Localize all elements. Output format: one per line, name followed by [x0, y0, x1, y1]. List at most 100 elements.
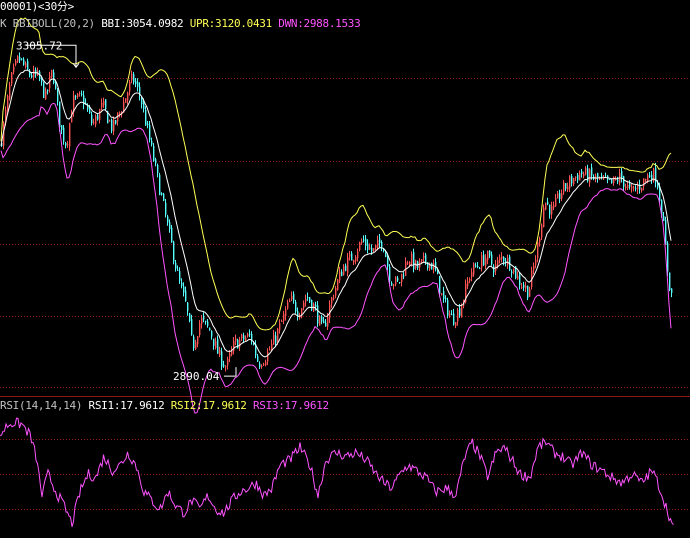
candle	[523, 281, 525, 292]
candle	[95, 114, 97, 128]
rsi-line	[0, 417, 674, 527]
candle	[51, 69, 53, 79]
candle	[411, 251, 413, 267]
candle-body	[581, 171, 583, 175]
candle	[163, 192, 165, 202]
candle-body	[11, 72, 13, 84]
candle-body	[137, 82, 139, 87]
candle-body	[135, 81, 137, 85]
candle	[219, 346, 221, 358]
candle	[551, 201, 553, 219]
candle-body	[439, 276, 441, 294]
candle-body	[427, 262, 429, 269]
candle-body	[245, 337, 247, 341]
candle	[379, 234, 381, 248]
candle-body	[155, 159, 157, 164]
candle	[325, 319, 327, 327]
candle	[285, 306, 287, 321]
candle-body	[237, 339, 239, 349]
candle	[335, 285, 337, 299]
candle-body	[247, 334, 249, 337]
candle	[203, 312, 205, 323]
candle-body	[191, 319, 193, 335]
candlestick-series[interactable]	[1, 52, 673, 372]
candle	[477, 261, 479, 269]
candle	[207, 318, 209, 328]
candle-body	[295, 301, 297, 312]
candle-body	[627, 184, 629, 189]
candle	[127, 91, 129, 105]
rsi-indicator-name[interactable]: RSI(14,14,14)	[0, 399, 83, 412]
candle-body	[393, 284, 395, 286]
candle-body	[375, 244, 377, 248]
candle-body	[91, 114, 93, 124]
candle	[333, 294, 335, 301]
candle	[359, 241, 361, 252]
candle	[485, 254, 487, 270]
candle	[517, 271, 519, 280]
candle	[631, 184, 633, 193]
candle	[413, 248, 415, 273]
candle-body	[553, 204, 555, 208]
candle-body	[489, 250, 491, 256]
candle	[453, 308, 455, 326]
candle	[599, 176, 601, 181]
candle-body	[403, 275, 405, 277]
candle	[133, 71, 135, 85]
candle-body	[63, 127, 65, 142]
candle	[291, 291, 293, 302]
candle-body	[241, 334, 243, 339]
candle-body	[323, 320, 325, 324]
candle-body	[27, 61, 29, 70]
candle-body	[485, 257, 487, 266]
candle	[521, 282, 523, 290]
candle	[311, 299, 313, 312]
candle	[31, 72, 33, 79]
candle	[623, 175, 625, 191]
candle	[607, 175, 609, 184]
candle	[591, 163, 593, 180]
candle	[257, 354, 259, 362]
candle-body	[345, 265, 347, 271]
candle	[199, 320, 201, 338]
candle	[267, 348, 269, 366]
candle-body	[75, 95, 77, 97]
candle	[303, 300, 305, 311]
candle	[63, 124, 65, 145]
candle-body	[613, 177, 615, 183]
candle-body	[491, 254, 493, 265]
candle	[501, 252, 503, 263]
candle	[363, 235, 365, 243]
candle	[639, 179, 641, 194]
candle-body	[523, 284, 525, 288]
rsi3-value: RSI3:17.9612	[252, 399, 329, 412]
candle	[233, 337, 235, 355]
candle	[553, 201, 555, 211]
candle	[397, 275, 399, 283]
candle-body	[499, 257, 501, 261]
indicator-name[interactable]: BBIBOLL(20,2)	[13, 17, 96, 30]
candle	[369, 243, 371, 251]
chart-window[interactable]: 3305.72 2890.04 00001)<30分> K BBIBOLL(20…	[0, 0, 690, 538]
candle	[345, 263, 347, 272]
candle	[53, 69, 55, 85]
candle	[571, 174, 573, 187]
candle-body	[267, 351, 269, 362]
candle	[125, 98, 127, 103]
candle	[349, 250, 351, 261]
main-gridlines	[0, 78, 690, 388]
candle	[441, 293, 443, 296]
candle	[649, 172, 651, 178]
candle-body	[331, 297, 333, 304]
candle-body	[141, 97, 143, 105]
candle-body	[507, 257, 509, 266]
chart-canvas[interactable]: 3305.72 2890.04	[0, 0, 690, 538]
candle-body	[257, 355, 259, 362]
candle-body	[279, 323, 281, 331]
candle-body	[209, 327, 211, 331]
chart-type-label: K	[0, 17, 7, 30]
candle-body	[21, 58, 23, 60]
candle	[317, 301, 319, 328]
candle	[503, 256, 505, 266]
candle-body	[573, 178, 575, 185]
